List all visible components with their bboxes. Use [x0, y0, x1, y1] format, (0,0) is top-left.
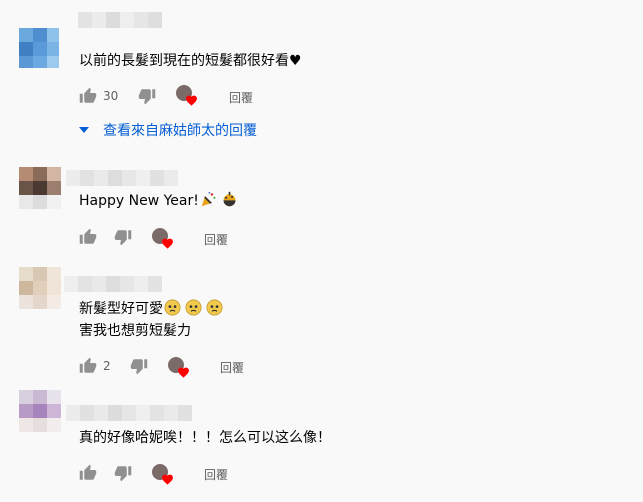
comment-text-line: 害我也想剪短髮力 — [79, 323, 191, 339]
comment-text: Happy New Year! — [79, 190, 238, 212]
party-popper-icon — [201, 191, 216, 207]
like-count: 30 — [103, 89, 119, 103]
pleading-face-icon — [164, 299, 181, 316]
thumbs-down-icon[interactable] — [114, 464, 132, 482]
comment-actions: 2 — [79, 354, 111, 378]
reply-button[interactable]: 回覆 — [229, 89, 253, 106]
view-replies-link[interactable]: 查看來自麻姑師太的回覆 — [79, 120, 257, 140]
confetti-ball-icon — [223, 191, 236, 207]
thumbs-down-icon[interactable] — [130, 357, 148, 375]
author-name[interactable] — [66, 170, 178, 186]
pleading-face-icon — [206, 299, 223, 316]
avatar[interactable] — [19, 267, 61, 309]
pleading-face-icon — [185, 299, 202, 316]
comment-text-line: 新髮型好可愛 — [79, 301, 163, 317]
author-name[interactable] — [64, 276, 162, 292]
thumbs-down-icon[interactable] — [138, 87, 156, 105]
comment-actions: 30 — [79, 84, 118, 108]
reply-button[interactable]: 回覆 — [204, 466, 228, 483]
thumbs-up-icon[interactable] — [79, 357, 97, 375]
creator-heart-icon — [152, 228, 174, 250]
reply-button[interactable]: 回覆 — [204, 231, 228, 248]
reply-button[interactable]: 回覆 — [220, 359, 244, 376]
comment-text-line: Happy New Year! — [79, 193, 199, 209]
author-name[interactable] — [78, 12, 162, 28]
comment-text-line: 以前的長髮到現在的短髮都很好看♥ — [79, 53, 302, 69]
comment-text: 以前的長髮到現在的短髮都很好看♥ — [79, 50, 302, 72]
comment-text: 新髮型好可愛 害我也想剪短髮力 — [79, 298, 223, 342]
comment-text: 真的好像哈妮唉！！！怎么可以这么像！ — [79, 427, 331, 449]
creator-heart-icon — [176, 85, 198, 107]
creator-heart-icon — [152, 464, 174, 486]
thumbs-up-icon[interactable] — [79, 228, 97, 246]
avatar[interactable] — [19, 28, 59, 68]
avatar[interactable] — [19, 167, 61, 209]
view-replies-label: 查看來自麻姑師太的回覆 — [103, 123, 257, 139]
comment-text-line: 真的好像哈妮唉！！！怎么可以这么像！ — [79, 430, 331, 446]
caret-down-icon — [79, 127, 89, 133]
creator-heart-icon — [168, 357, 190, 379]
thumbs-up-icon[interactable] — [79, 464, 97, 482]
author-name[interactable] — [66, 405, 192, 421]
thumbs-up-icon[interactable] — [79, 87, 97, 105]
thumbs-down-icon[interactable] — [114, 228, 132, 246]
avatar[interactable] — [19, 390, 61, 432]
like-count: 2 — [103, 359, 111, 373]
